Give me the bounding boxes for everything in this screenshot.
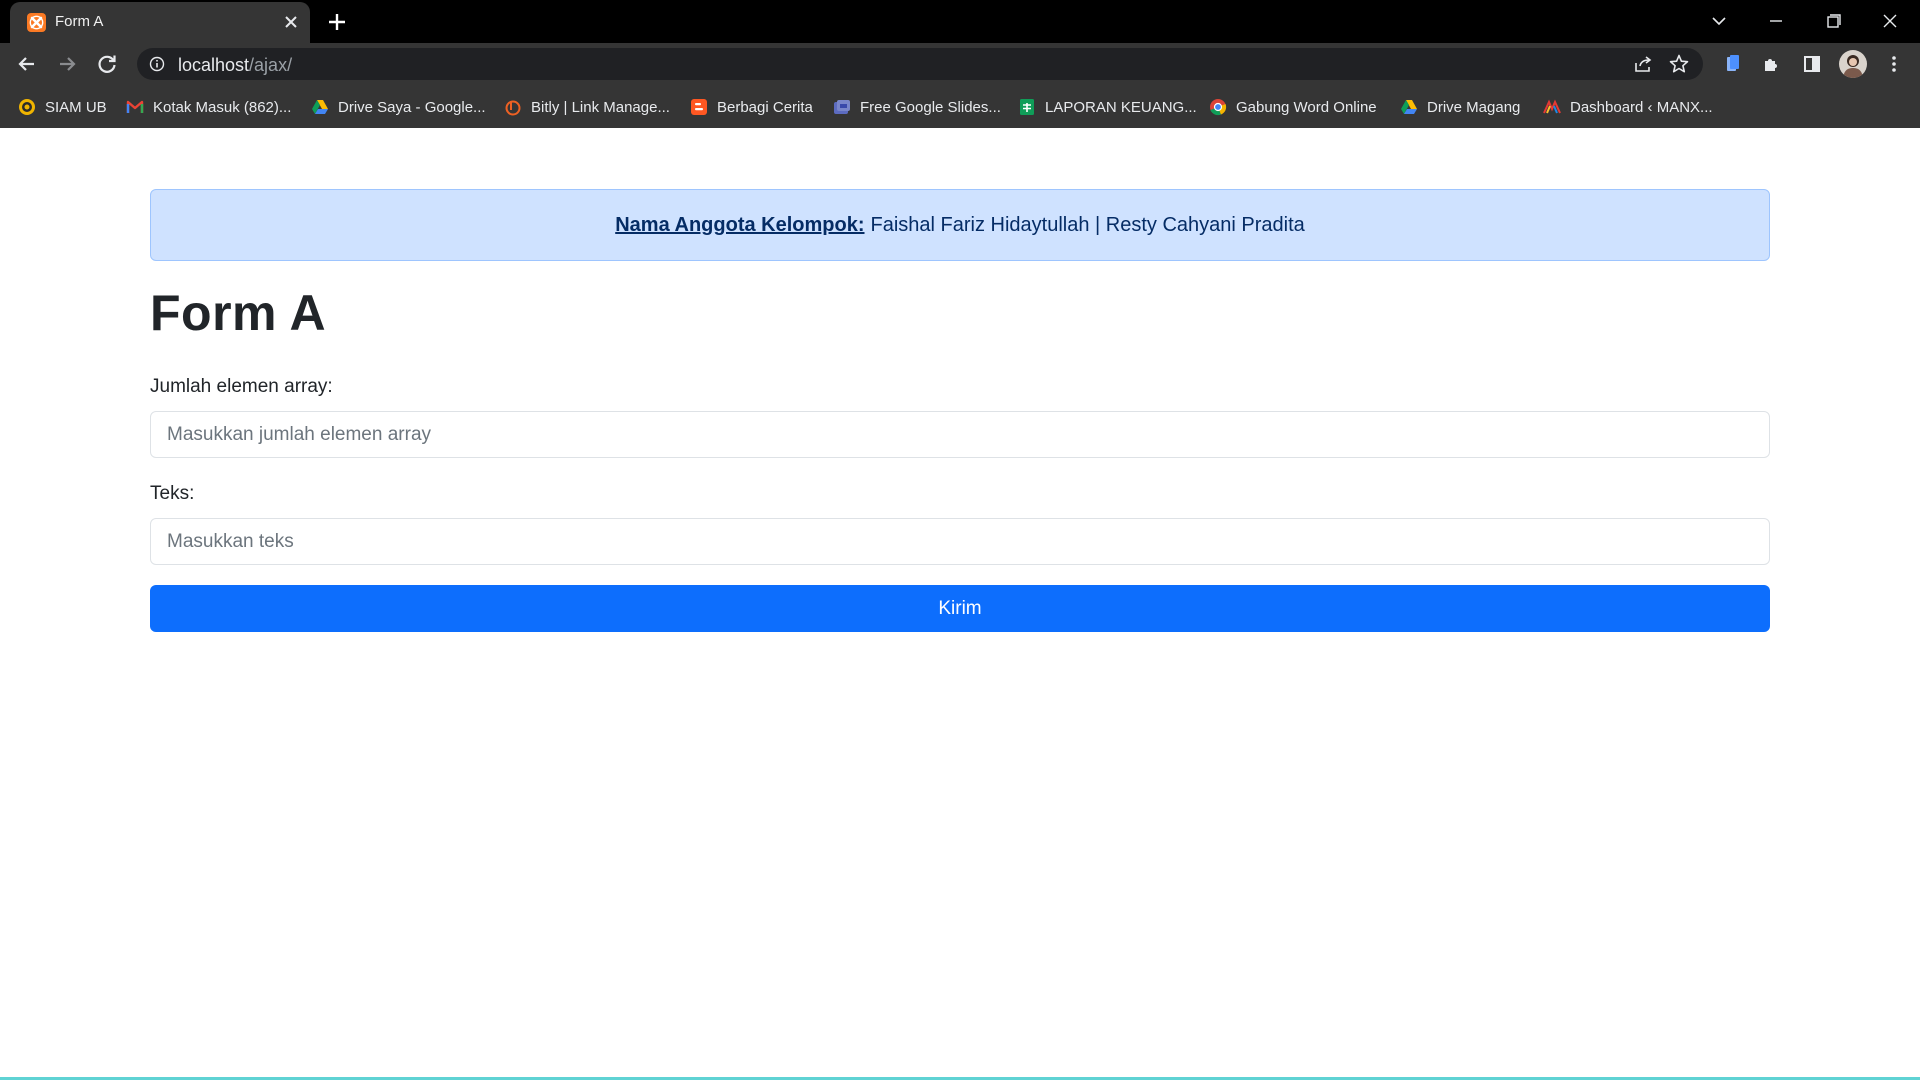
bookmark-label: Gabung Word Online bbox=[1236, 98, 1377, 116]
bookmark-dashboard-manx[interactable]: Dashboard ‹ MANX... bbox=[1543, 96, 1713, 118]
browser-window: Form A localhost/ajax/ SIAM UB Kotak Mas… bbox=[0, 0, 1920, 1080]
new-tab-icon[interactable] bbox=[325, 10, 349, 34]
bookmark-label: Kotak Masuk (862)... bbox=[153, 98, 292, 116]
minimize-icon[interactable] bbox=[1762, 8, 1790, 34]
bookmark-drive-magang[interactable]: Drive Magang bbox=[1400, 96, 1520, 118]
manx-icon bbox=[1543, 99, 1561, 114]
forward-icon[interactable] bbox=[54, 51, 80, 77]
bookmark-berbagi-cerita[interactable]: Berbagi Cerita bbox=[690, 96, 813, 118]
page-content: Nama Anggota Kelompok: Faishal Fariz Hid… bbox=[0, 128, 1920, 1080]
google-drive-icon bbox=[312, 100, 328, 114]
tab-search-icon[interactable] bbox=[1705, 8, 1733, 34]
text-label: Teks: bbox=[150, 483, 195, 504]
bookmark-kotak-masuk[interactable]: Kotak Masuk (862)... bbox=[126, 96, 291, 118]
chrome-icon bbox=[1210, 99, 1227, 116]
url-text[interactable]: localhost/ajax/ bbox=[178, 55, 292, 76]
side-panel-icon[interactable] bbox=[1800, 52, 1824, 76]
bookmark-label: Drive Magang bbox=[1427, 98, 1521, 116]
reload-icon[interactable] bbox=[94, 51, 120, 77]
back-icon[interactable] bbox=[14, 51, 40, 77]
page-title: Form A bbox=[150, 285, 327, 341]
array-count-input[interactable] bbox=[150, 411, 1770, 458]
bookmark-label: LAPORAN KEUANG... bbox=[1045, 98, 1197, 116]
extension-doc-icon[interactable] bbox=[1721, 52, 1745, 76]
bookmark-free-google-slides[interactable]: Free Google Slides... bbox=[833, 96, 1001, 118]
close-window-icon[interactable] bbox=[1876, 8, 1904, 34]
bookmark-label: Berbagi Cerita bbox=[717, 98, 813, 116]
bookmark-label: Dashboard ‹ MANX... bbox=[1570, 98, 1713, 116]
bitly-icon bbox=[505, 100, 521, 116]
toolbar: localhost/ajax/ bbox=[0, 43, 1920, 84]
bookmark-label: Drive Saya - Google... bbox=[338, 98, 486, 116]
tab-bar: Form A bbox=[0, 0, 1920, 43]
close-tab-icon[interactable] bbox=[281, 12, 301, 32]
tab-title: Form A bbox=[55, 13, 104, 30]
tab-form-a[interactable]: Form A bbox=[10, 2, 310, 43]
restore-icon[interactable] bbox=[1819, 8, 1847, 34]
profile-avatar[interactable] bbox=[1839, 50, 1867, 78]
siam-ub-icon bbox=[19, 99, 35, 115]
xampp-icon bbox=[27, 13, 46, 32]
bookmark-laporan-keuangan[interactable]: LAPORAN KEUANG... bbox=[1018, 96, 1197, 118]
url-path: /ajax/ bbox=[249, 55, 293, 75]
blogger-icon bbox=[691, 99, 707, 115]
bookmark-gabung-word-online[interactable]: Gabung Word Online bbox=[1209, 96, 1377, 118]
google-sheets-icon bbox=[1020, 99, 1034, 115]
bookmarks-bar: SIAM UB Kotak Masuk (862)... Drive Saya … bbox=[0, 84, 1920, 128]
url-host: localhost bbox=[178, 55, 250, 75]
gmail-icon bbox=[126, 100, 144, 113]
bookmark-siam-ub[interactable]: SIAM UB bbox=[18, 96, 107, 118]
kebab-menu-icon[interactable] bbox=[1882, 52, 1906, 76]
submit-button[interactable]: Kirim bbox=[150, 585, 1770, 632]
share-icon[interactable] bbox=[1632, 53, 1654, 75]
bookmark-star-icon[interactable] bbox=[1668, 53, 1690, 75]
slides-icon bbox=[834, 100, 850, 114]
alert-text: Faishal Fariz Hidaytullah | Resty Cahyan… bbox=[870, 213, 1305, 236]
bookmark-label: Free Google Slides... bbox=[860, 98, 1001, 116]
bookmark-bitly[interactable]: Bitly | Link Manage... bbox=[504, 96, 670, 118]
bookmark-drive-saya[interactable]: Drive Saya - Google... bbox=[311, 96, 486, 118]
extensions-puzzle-icon[interactable] bbox=[1760, 52, 1784, 76]
alert-label: Nama Anggota Kelompok: bbox=[615, 213, 865, 236]
address-bar[interactable]: localhost/ajax/ bbox=[137, 48, 1703, 80]
bookmark-label: Bitly | Link Manage... bbox=[531, 98, 670, 116]
bookmark-label: SIAM UB bbox=[45, 98, 107, 116]
google-drive-icon bbox=[1401, 100, 1417, 114]
array-count-label: Jumlah elemen array: bbox=[150, 376, 333, 397]
text-input[interactable] bbox=[150, 518, 1770, 565]
site-info-icon[interactable] bbox=[149, 56, 165, 72]
group-members-alert: Nama Anggota Kelompok: Faishal Fariz Hid… bbox=[150, 189, 1770, 261]
